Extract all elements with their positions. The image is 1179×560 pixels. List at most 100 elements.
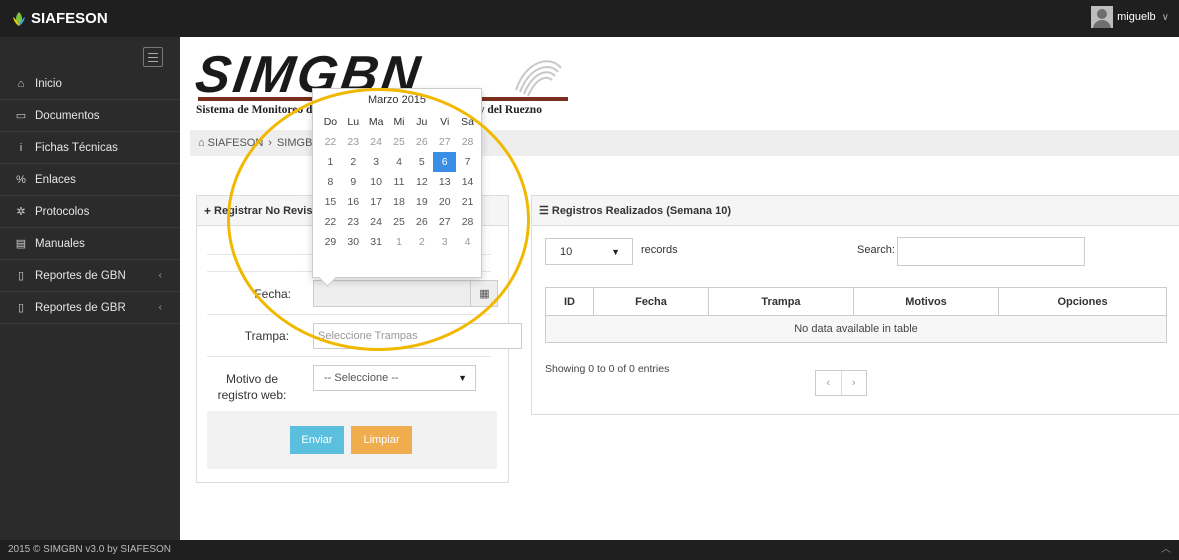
sidebar-item-label: Reportes de GBN [35,269,126,282]
leaf-logo-icon [10,10,28,28]
caret-down-icon: ▼ [611,246,620,257]
column-header-motivos[interactable]: Motivos [853,287,999,316]
sidebar-menu: ⌂ Inicio ▭ Documentos i Fichas Técnicas … [0,68,180,324]
datepicker-day[interactable]: 17 [365,192,388,212]
datepicker-day[interactable]: 24 [365,132,388,152]
chevron-down-icon: ∨ [1161,11,1169,23]
datepicker-day[interactable]: 1 [388,232,411,252]
sidebar-item-label: Fichas Técnicas [35,141,118,154]
datepicker-day[interactable]: 31 [365,232,388,252]
sidebar-item-enlaces[interactable]: % Enlaces [0,164,180,196]
datepicker-day[interactable]: 28 [456,212,479,232]
datepicker-day[interactable]: 22 [319,132,342,152]
datepicker-weekday: Ma [368,116,384,128]
pagination-next-button[interactable]: › [842,371,867,395]
datepicker-day[interactable]: 28 [456,132,479,152]
datepicker-day[interactable]: 11 [388,172,411,192]
datepicker-day[interactable]: 10 [365,172,388,192]
trampa-label: Trampa: [244,329,289,343]
datepicker-weekday: Mi [393,116,405,128]
motivo-select-value: -- Seleccione -- [324,372,399,384]
datepicker-day[interactable]: 22 [319,212,342,232]
sidebar-item-manuales[interactable]: ▤ Manuales [0,228,180,260]
datepicker-weekday: Do [323,116,338,128]
sidebar-item-label: Inicio [35,77,62,90]
datepicker-day[interactable]: 23 [342,212,365,232]
records-length-select[interactable]: 10 ▼ [545,238,633,265]
datepicker-day[interactable]: 5 [410,152,433,172]
brand-text: SIAFESON [31,10,108,27]
records-info: Showing 0 to 0 of 0 entries [545,363,670,375]
datepicker-title[interactable]: Marzo 2015 [313,94,481,106]
avatar [1091,6,1114,28]
datepicker-day[interactable]: 20 [433,192,456,212]
datepicker-day[interactable]: 23 [342,132,365,152]
sidebar-item-label: Protocolos [35,205,90,218]
breadcrumb-home[interactable]: SIAFESON [208,137,264,149]
datepicker-day[interactable]: 26 [410,212,433,232]
datepicker-day[interactable]: 2 [410,232,433,252]
datepicker-day[interactable]: 9 [342,172,365,192]
column-header-id[interactable]: ID [545,287,594,316]
datepicker-day[interactable]: 3 [433,232,456,252]
column-header-opciones[interactable]: Opciones [998,287,1167,316]
sidebar-item-label: Enlaces [35,173,76,186]
form-divider [207,314,491,315]
datepicker-day[interactable]: 27 [433,212,456,232]
clear-button[interactable]: Limpiar [351,426,412,454]
brand[interactable]: SIAFESON [10,0,180,37]
info-icon: i [19,141,23,154]
fecha-label: Fecha: [254,287,291,301]
sidebar-toggle-button[interactable] [143,47,163,67]
datepicker-day[interactable]: 2 [342,152,365,172]
motivo-select[interactable]: -- Seleccione -- ▼ [313,365,476,391]
list-icon: ☰ [539,205,549,217]
search-input[interactable] [897,237,1085,266]
datepicker-day[interactable]: 16 [342,192,365,212]
chevron-up-icon[interactable]: ︿ [1161,540,1171,560]
column-header-trampa[interactable]: Trampa [708,287,854,316]
footer: 2015 © SIMGBN v3.0 by SIAFESON ︿ [0,540,1179,560]
user-menu[interactable]: miguelb ∨ [1091,6,1169,28]
datepicker-day[interactable]: 13 [433,172,456,192]
top-navbar: SIAFESON miguelb ∨ [0,0,1179,37]
trampa-input[interactable]: Seleccione Trampas [313,323,522,349]
datepicker-day[interactable]: 12 [410,172,433,192]
datepicker-day[interactable]: 8 [319,172,342,192]
datepicker-day[interactable]: 4 [456,232,479,252]
datepicker-day[interactable]: 19 [410,192,433,212]
datepicker-day[interactable]: 26 [410,132,433,152]
datepicker-day-selected[interactable]: 6 [433,152,457,172]
sidebar-item-reportes-gbr[interactable]: ▯ Reportes de GBR ‹ [0,292,180,324]
file-icon: ▯ [17,270,25,282]
datepicker-day[interactable]: 15 [319,192,342,212]
datepicker-day[interactable]: 7 [456,152,479,172]
records-length-value: 10 [560,245,573,258]
datepicker-day[interactable]: 14 [456,172,479,192]
empty-table-message: No data available in table [545,315,1167,343]
datepicker-day[interactable]: 18 [388,192,411,212]
datepicker-day[interactable]: 29 [319,232,342,252]
footer-text: 2015 © SIMGBN v3.0 by SIAFESON [8,544,171,555]
sidebar-item-protocolos[interactable]: ✲ Protocolos [0,196,180,228]
sidebar-item-documentos[interactable]: ▭ Documentos [0,100,180,132]
send-button[interactable]: Enviar [290,426,344,454]
pagination-prev-button[interactable]: ‹ [816,371,842,395]
datepicker-day[interactable]: 27 [433,132,456,152]
datepicker-day[interactable]: 24 [365,212,388,232]
sidebar-item-reportes-gbn[interactable]: ▯ Reportes de GBN ‹ [0,260,180,292]
datepicker-day[interactable]: 4 [388,152,411,172]
datepicker-day[interactable]: 21 [456,192,479,212]
sidebar-item-inicio[interactable]: ⌂ Inicio [0,68,180,100]
sidebar-item-label: Documentos [35,109,100,122]
records-length-label: records [641,244,678,256]
table-row: No data available in table [545,315,1167,343]
datepicker-day[interactable]: 3 [365,152,388,172]
datepicker-day[interactable]: 1 [319,152,342,172]
datepicker-day[interactable]: 30 [342,232,365,252]
sidebar-item-fichas-tecnicas[interactable]: i Fichas Técnicas [0,132,180,164]
datepicker-day[interactable]: 25 [388,132,411,152]
column-header-fecha[interactable]: Fecha [593,287,709,316]
datepicker-day[interactable]: 25 [388,212,411,232]
calendar-icon[interactable]: ▦ [470,280,498,307]
